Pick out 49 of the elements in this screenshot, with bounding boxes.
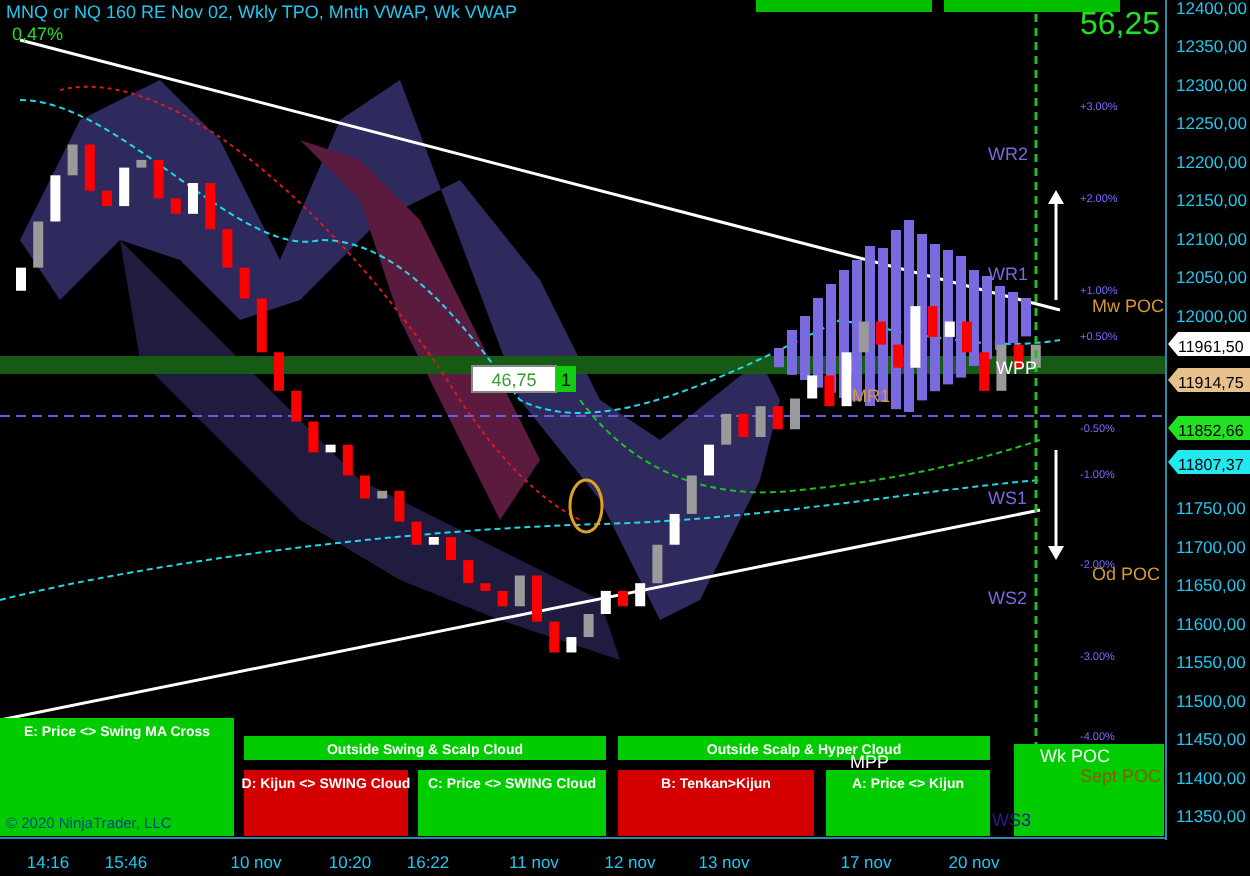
time-axis-label: 11 nov xyxy=(509,852,559,872)
price-tag: 11914,75 xyxy=(1168,368,1250,392)
price-axis-label: 12200,00 xyxy=(1176,151,1247,172)
price-axis-label: 11600,00 xyxy=(1176,613,1246,634)
price-axis-label: 11500,00 xyxy=(1176,690,1246,711)
level-label: WR2 xyxy=(988,144,1028,164)
level-label: Sept POC xyxy=(1080,766,1162,786)
level-label: WS2 xyxy=(988,588,1028,608)
highlight-ellipse xyxy=(568,478,604,534)
price-axis-label: 11650,00 xyxy=(1176,575,1246,596)
order-price-field[interactable]: 46,75 xyxy=(471,365,557,393)
price-axis-label: 12350,00 xyxy=(1176,36,1247,57)
time-axis-label: 13 nov xyxy=(698,852,750,872)
price-axis-label: 11550,00 xyxy=(1176,652,1246,673)
price-tag: 11961,50 xyxy=(1168,332,1250,356)
price-axis-label: 11400,00 xyxy=(1176,767,1246,788)
price-axis-label: 12000,00 xyxy=(1176,305,1247,326)
price-tag: 11852,66 xyxy=(1168,416,1250,440)
change-percent: 0,47% xyxy=(12,24,64,44)
level-label: Wk POC xyxy=(1040,746,1110,766)
time-axis-label: 10 nov xyxy=(230,852,282,872)
price-axis-label: 11450,00 xyxy=(1176,729,1246,750)
price-axis-label: 12050,00 xyxy=(1176,267,1247,288)
toolbar-button[interactable] xyxy=(756,0,932,12)
time-axis-label: 10:20 xyxy=(328,852,372,872)
up-arrow xyxy=(1048,190,1064,300)
level-label: Mw POC xyxy=(1092,296,1164,316)
time-axis-label: 17 nov xyxy=(840,852,892,872)
price-axis-label: 12300,00 xyxy=(1176,74,1247,95)
order-quantity-badge[interactable]: 1 xyxy=(556,366,576,392)
price-axis-label: 12100,00 xyxy=(1176,228,1247,249)
level-label: WS1 xyxy=(988,488,1028,508)
price-axis-label: 11700,00 xyxy=(1176,536,1246,557)
price-axis-label: 12250,00 xyxy=(1176,113,1247,134)
price-axis-label: 11750,00 xyxy=(1176,498,1246,519)
price-delta: 56,25 xyxy=(1080,8,1161,42)
price-axis-label: 12400,00 xyxy=(1176,0,1247,18)
chart-title: MNQ or NQ 160 RE Nov 02, Wkly TPO, Mnth VWAP, Wk VWAP xyxy=(6,2,518,22)
time-axis-label: 14:16 xyxy=(26,852,70,872)
price-axis-label: 11350,00 xyxy=(1176,806,1246,827)
time-axis-label: 12 nov xyxy=(604,852,656,872)
price-tag: 11807,37 xyxy=(1168,450,1250,474)
price-axis-label: 12150,00 xyxy=(1176,190,1247,211)
down-arrow xyxy=(1048,450,1064,560)
level-label: WR1 xyxy=(988,264,1028,284)
time-axis-label: 15:46 xyxy=(104,852,148,872)
time-axis-label: 16:22 xyxy=(406,852,450,872)
toolbar-button[interactable] xyxy=(944,0,1120,12)
time-axis-label: 20 nov xyxy=(948,852,1000,872)
